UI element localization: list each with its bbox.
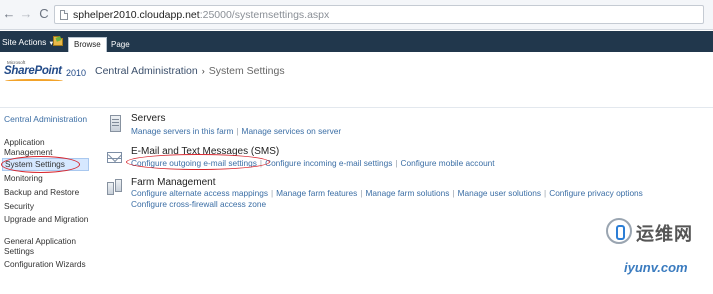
page-icon: [60, 10, 68, 20]
tab-page-label: Page: [111, 40, 130, 49]
group-title[interactable]: Servers: [131, 113, 165, 124]
link-configure-privacy-options[interactable]: Configure privacy options: [549, 188, 643, 198]
quicklaunch-item-central-administration[interactable]: Central Administration: [4, 114, 89, 125]
breadcrumb-current: System Settings: [208, 65, 285, 77]
forward-arrow-icon[interactable]: →: [18, 6, 34, 22]
group-links: Manage servers in this farm | Manage servi…: [131, 126, 701, 137]
link-separator: |: [452, 188, 455, 198]
quicklaunch-item-security[interactable]: Security: [4, 201, 89, 212]
quicklaunch-item-general-application-settings[interactable]: General Application Settings: [4, 236, 89, 256]
link-separator: |: [395, 158, 398, 168]
mail-icon: [106, 148, 124, 166]
link-manage-servers[interactable]: Manage servers in this farm: [131, 126, 233, 136]
ribbon-bar: Site Actions ▼ Browse Page: [0, 31, 713, 52]
link-manage-farm-features[interactable]: Manage farm features: [276, 188, 357, 198]
browser-toolbar: ← → C sphelper2010.cloudapp.net:25000/sy…: [0, 0, 713, 30]
quicklaunch-item-label: Central Administration: [4, 114, 88, 124]
quicklaunch-item-label: Monitoring: [4, 173, 43, 183]
envelope-flap: [108, 153, 121, 159]
link-separator: |: [236, 126, 239, 136]
quick-launch: Central Administration Application Manag…: [0, 111, 92, 281]
quicklaunch-item-configuration-wizards[interactable]: Configuration Wizards: [4, 259, 89, 270]
link-separator: |: [544, 188, 547, 198]
farm-server-shape: [115, 179, 122, 192]
farm-icon: [106, 179, 124, 197]
quicklaunch-item-label: Upgrade and Migration: [4, 214, 89, 224]
tab-page[interactable]: Page: [106, 38, 135, 52]
url-text[interactable]: sphelper2010.cloudapp.net:25000/systemse…: [73, 9, 329, 21]
annotation-oval-system-settings: [1, 156, 80, 173]
quicklaunch-item-label: General Application Settings: [4, 236, 76, 256]
breadcrumb: Central Administration › System Settings: [95, 65, 285, 77]
sharepoint-logo[interactable]: Microsoft SharePoint 2010: [4, 60, 90, 88]
breadcrumb-separator: ›: [201, 66, 205, 76]
group-links: Configure alternate access mappings | Mana…: [131, 188, 701, 210]
tab-browse-label: Browse: [74, 40, 101, 49]
watermark-cn-text: 运维网: [636, 224, 693, 244]
url-path: :25000/systemsettings.aspx: [199, 9, 330, 21]
page-header: Microsoft SharePoint 2010 Central Admini…: [0, 52, 713, 92]
url-host: sphelper2010.cloudapp.net: [73, 9, 200, 21]
watermark: 运维网 iyunv.com: [604, 216, 710, 288]
logo-version-text: 2010: [66, 68, 87, 78]
server-tower-shape: [110, 115, 121, 132]
quicklaunch-item-backup-and-restore[interactable]: Backup and Restore: [4, 187, 89, 198]
breadcrumb-root-link[interactable]: Central Administration: [95, 65, 198, 77]
quicklaunch-item-label: Application Management: [4, 137, 53, 157]
quicklaunch-item-label: Configuration Wizards: [4, 259, 86, 269]
link-cross-firewall-access-zone[interactable]: Configure cross-firewall access zone: [131, 199, 266, 209]
tab-browse[interactable]: Browse: [68, 37, 107, 52]
link-alternate-access-mappings[interactable]: Configure alternate access mappings: [131, 188, 268, 198]
group-title[interactable]: Farm Management: [131, 177, 215, 188]
site-actions-label: Site Actions: [2, 37, 47, 47]
server-slot: [112, 119, 119, 120]
watermark-logo-icon: [606, 218, 632, 244]
farm-server-shape: [107, 182, 114, 195]
link-manage-farm-solutions[interactable]: Manage farm solutions: [365, 188, 449, 198]
quicklaunch-item-label: Security: [4, 201, 34, 211]
logo-product-text: SharePoint: [4, 65, 62, 77]
link-manage-services[interactable]: Manage services on server: [242, 126, 342, 136]
quicklaunch-item-upgrade-and-migration[interactable]: Upgrade and Migration: [4, 214, 89, 225]
address-bar[interactable]: sphelper2010.cloudapp.net:25000/systemse…: [54, 5, 704, 24]
link-manage-user-solutions[interactable]: Manage user solutions: [458, 188, 541, 198]
quicklaunch-item-monitoring[interactable]: Monitoring: [4, 173, 89, 184]
server-slot: [112, 122, 119, 123]
link-configure-mobile-account[interactable]: Configure mobile account: [401, 158, 495, 168]
logo-swoosh-icon: [5, 79, 63, 83]
link-separator: |: [270, 188, 274, 198]
header-divider: [0, 107, 713, 108]
site-actions-menu[interactable]: Site Actions ▼: [2, 37, 54, 47]
quicklaunch-item-label: Backup and Restore: [4, 187, 80, 197]
back-arrow-icon[interactable]: ←: [1, 6, 17, 22]
quicklaunch-item-application-management[interactable]: Application Management: [4, 137, 89, 157]
server-icon: [106, 115, 124, 133]
watermark-url-text: iyunv.com: [624, 260, 688, 275]
link-separator: |: [360, 188, 363, 198]
link-configure-incoming-email[interactable]: Configure incoming e-mail settings: [265, 158, 392, 168]
reload-icon[interactable]: C: [36, 6, 52, 22]
annotation-oval-outgoing-email: [126, 154, 270, 170]
server-slot: [112, 125, 119, 126]
navigate-up-icon[interactable]: [53, 36, 63, 46]
